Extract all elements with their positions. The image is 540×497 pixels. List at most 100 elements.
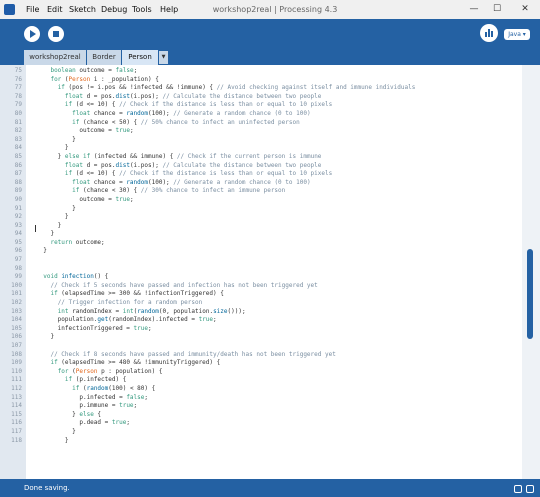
code-line[interactable]: } — [36, 247, 522, 256]
tab-person[interactable]: Person — [122, 50, 158, 65]
code-line[interactable]: outcome = true; — [36, 127, 522, 136]
line-number: 96 — [14, 247, 22, 255]
line-number: 84 — [14, 144, 22, 152]
code-line[interactable]: if (d <= 10) { // Check if the distance … — [36, 170, 522, 179]
code-line[interactable]: } — [36, 333, 522, 342]
console-toggle-icon[interactable] — [514, 485, 522, 493]
tab-workshop2real[interactable]: workshop2real — [24, 50, 86, 65]
code-line[interactable]: // Check if 5 seconds have passed and in… — [36, 282, 522, 291]
line-number: 105 — [11, 324, 22, 332]
line-number: 98 — [14, 264, 22, 272]
code-line[interactable]: if (d <= 10) { // Check if the distance … — [36, 101, 522, 110]
line-number: 92 — [14, 213, 22, 221]
code-line[interactable]: // Trigger infection for a random person — [36, 299, 522, 308]
line-number: 110 — [11, 367, 22, 375]
line-number: 114 — [11, 402, 22, 410]
code-line[interactable]: } — [36, 230, 522, 239]
line-number: 83 — [14, 135, 22, 143]
code-line[interactable]: } — [36, 213, 522, 222]
line-number: 106 — [11, 333, 22, 341]
code-line[interactable]: float chance = random(100); // Generate … — [36, 179, 522, 188]
code-line[interactable]: void infection() { — [36, 273, 522, 282]
code-line[interactable]: } — [36, 222, 522, 231]
code-line[interactable]: infectionTriggered = true; — [36, 325, 522, 334]
line-number: 101 — [11, 290, 22, 298]
code-line[interactable]: } else { — [36, 411, 522, 420]
line-number: 94 — [14, 230, 22, 238]
code-line[interactable]: p.immune = true; — [36, 402, 522, 411]
code-line[interactable]: } — [36, 437, 522, 446]
line-number: 88 — [14, 178, 22, 186]
window-title: workshop2real | Processing 4.3 — [212, 5, 338, 14]
code-line[interactable]: p.dead = true; — [36, 419, 522, 428]
code-line[interactable]: population.get(randomIndex).infected = t… — [36, 316, 522, 325]
line-numbers: 75 76 77 78 79 80 81 82 83 84 85 86 87 88 89 90 91 92 93 94… — [0, 67, 22, 445]
maximize-icon[interactable]: ☐ — [486, 0, 508, 19]
stop-icon — [53, 31, 59, 37]
code-line[interactable]: if (random(100) < 80) { — [36, 385, 522, 394]
line-number-gutter: 75 76 77 78 79 80 81 82 83 84 85 86 87 88 89 90 91 92 93 94… — [0, 65, 26, 479]
code-line[interactable] — [36, 265, 522, 274]
debugger-button[interactable] — [480, 24, 498, 42]
menu-edit[interactable]: Edit — [47, 0, 63, 19]
menu-debug[interactable]: Debug — [101, 0, 127, 19]
code-line[interactable]: boolean outcome = false; — [36, 67, 522, 76]
code-line[interactable] — [36, 256, 522, 265]
menu-file[interactable]: File — [26, 0, 39, 19]
code-line[interactable] — [36, 342, 522, 351]
run-button[interactable] — [24, 26, 40, 42]
code-line[interactable]: float d = pos.dist(i.pos); // Calculate … — [36, 93, 522, 102]
stop-button[interactable] — [48, 26, 64, 42]
code-line[interactable]: float d = pos.dist(i.pos); // Calculate … — [36, 162, 522, 171]
line-number: 81 — [14, 118, 22, 126]
line-number: 89 — [14, 187, 22, 195]
code-line[interactable]: if (elapsedTime >= 480 && !immunityTrigg… — [36, 359, 522, 368]
status-message: Done saving. — [24, 484, 70, 492]
code-line[interactable]: } — [36, 144, 522, 153]
line-number: 82 — [14, 127, 22, 135]
code-line[interactable]: } — [36, 205, 522, 214]
title-bar: File Edit Sketch Debug Tools Help worksh… — [0, 0, 540, 19]
code-line[interactable]: if (p.infected) { — [36, 376, 522, 385]
processing-app-icon — [4, 4, 15, 15]
code-line[interactable]: if (chance < 50) { // 50% chance to infe… — [36, 119, 522, 128]
bar-chart-icon-bar — [491, 31, 493, 37]
menu-sketch[interactable]: Sketch — [69, 0, 96, 19]
scrollbar-thumb[interactable] — [527, 249, 533, 339]
line-number: 86 — [14, 161, 22, 169]
code-line[interactable]: } else if (infected && immune) { // Chec… — [36, 153, 522, 162]
tab-border[interactable]: Border — [87, 50, 121, 65]
bar-chart-icon-bar — [488, 29, 490, 37]
tab-menu-arrow-icon[interactable]: ▼ — [159, 51, 168, 64]
code-line[interactable]: } — [36, 428, 522, 437]
code-line[interactable]: if (pos != i.pos && !infected && !immune… — [36, 84, 522, 93]
code-line[interactable]: int randomIndex = int(random(0, populati… — [36, 308, 522, 317]
line-number: 103 — [11, 307, 22, 315]
line-number: 78 — [14, 92, 22, 100]
code-editor[interactable]: boolean outcome = false; for (Person i :… — [26, 65, 522, 479]
code-line[interactable]: outcome = true; — [36, 196, 522, 205]
code-line[interactable]: p.infected = false; — [36, 394, 522, 403]
line-number: 115 — [11, 410, 22, 418]
code-line[interactable]: if (elapsedTime >= 300 && !infectionTrig… — [36, 290, 522, 299]
line-number: 76 — [14, 75, 22, 83]
code-line[interactable]: } — [36, 136, 522, 145]
line-number: 91 — [14, 204, 22, 212]
line-number: 112 — [11, 384, 22, 392]
code-line[interactable]: for (Person p : population) { — [36, 368, 522, 377]
close-icon[interactable]: ✕ — [514, 0, 536, 19]
code-line[interactable]: float chance = random(100); // Generate … — [36, 110, 522, 119]
menu-tools[interactable]: Tools — [132, 0, 152, 19]
minimize-icon[interactable]: — — [463, 0, 485, 19]
line-number: 111 — [11, 376, 22, 384]
menu-help[interactable]: Help — [160, 0, 178, 19]
code-line[interactable]: for (Person i : _population) { — [36, 76, 522, 85]
bar-chart-icon — [485, 32, 487, 37]
code-line[interactable]: if (chance < 30) { // 30% chance to infe… — [36, 187, 522, 196]
code-line[interactable]: // Check if 8 seconds have passed and im… — [36, 351, 522, 360]
line-number: 102 — [11, 299, 22, 307]
code-line[interactable]: return outcome; — [36, 239, 522, 248]
mode-selector[interactable]: Java ▾ — [504, 29, 530, 40]
code-text[interactable]: boolean outcome = false; for (Person i :… — [36, 67, 522, 445]
errors-toggle-icon[interactable] — [526, 485, 534, 493]
